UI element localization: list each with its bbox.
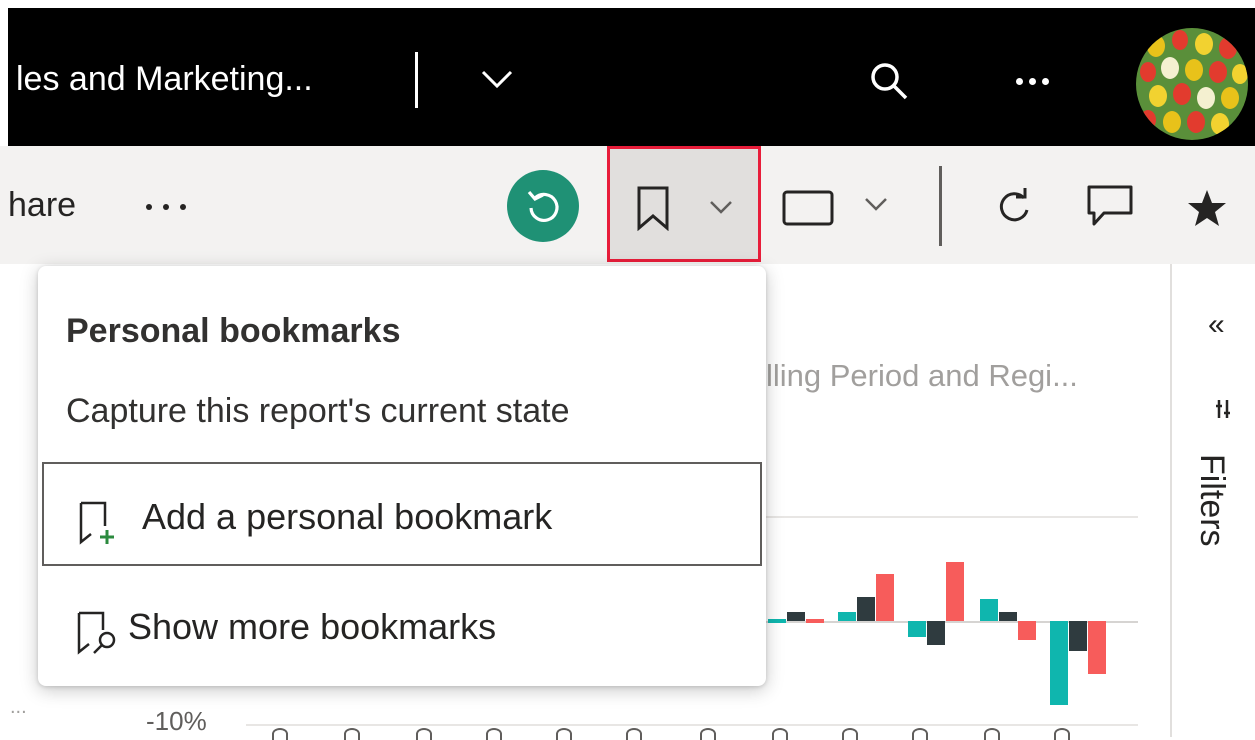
- chart-bar[interactable]: [876, 574, 894, 621]
- view-icon[interactable]: [782, 190, 834, 231]
- x-axis-tick: [700, 728, 716, 740]
- toolbar-divider: [939, 166, 942, 246]
- share-button[interactable]: hare: [8, 186, 76, 225]
- chart-bar[interactable]: [946, 562, 964, 621]
- show-more-bookmarks-label: Show more bookmarks: [128, 606, 497, 647]
- chart-bar[interactable]: [768, 619, 786, 623]
- avatar[interactable]: [1136, 28, 1248, 140]
- gridline: [246, 724, 1138, 726]
- chart-bar[interactable]: [806, 619, 824, 623]
- title-divider: [415, 52, 418, 108]
- chart-bar[interactable]: [1050, 621, 1068, 705]
- x-axis-tick: [272, 728, 288, 740]
- chevron-down-icon[interactable]: [480, 68, 514, 95]
- y-axis-label: -10%: [146, 706, 207, 736]
- filters-pane: « Filters: [1170, 264, 1255, 737]
- overflow-indicator: ...: [10, 696, 27, 718]
- x-axis-tick: [344, 728, 360, 740]
- filters-label[interactable]: Filters: [1192, 454, 1231, 547]
- visual-title: lling Period and Regi...: [766, 358, 1078, 393]
- search-icon[interactable]: [868, 60, 910, 107]
- chart-bar[interactable]: [857, 597, 875, 621]
- header-bar: les and Marketing...: [8, 8, 1255, 146]
- collapse-filters-icon[interactable]: «: [1208, 308, 1225, 342]
- refresh-icon[interactable]: [994, 186, 1034, 231]
- chart-bar[interactable]: [838, 612, 856, 621]
- chevron-down-icon[interactable]: [863, 196, 889, 217]
- chart-bar[interactable]: [1088, 621, 1106, 674]
- x-axis-tick: [416, 728, 432, 740]
- more-icon[interactable]: [1016, 78, 1050, 86]
- app-header: les and Marketing...: [0, 0, 1255, 146]
- x-axis-tick: [1054, 728, 1070, 740]
- dropdown-heading: Personal bookmarks: [66, 312, 401, 350]
- filter-icon: [1216, 398, 1230, 425]
- chart-bar[interactable]: [787, 612, 805, 621]
- x-axis-tick: [842, 728, 858, 740]
- star-icon[interactable]: [1186, 188, 1228, 233]
- bookmark-add-icon: [78, 500, 118, 551]
- add-personal-bookmark-item[interactable]: Add a personal bookmark: [42, 462, 762, 566]
- reset-icon: [527, 190, 559, 222]
- reset-button[interactable]: [507, 170, 579, 242]
- x-axis-tick: [984, 728, 1000, 740]
- bookmarks-dropdown: Personal bookmarks Capture this report's…: [38, 266, 766, 686]
- bookmark-search-icon: [76, 610, 124, 661]
- dropdown-caption: Capture this report's current state: [66, 392, 570, 430]
- chart-bar[interactable]: [1069, 621, 1087, 651]
- bookmark-icon: [636, 185, 670, 236]
- x-axis-tick: [626, 728, 642, 740]
- chart-bar[interactable]: [927, 621, 945, 645]
- chevron-down-icon: [708, 199, 734, 220]
- report-title[interactable]: les and Marketing...: [16, 60, 313, 99]
- show-more-bookmarks-item[interactable]: Show more bookmarks: [42, 574, 762, 678]
- chart-bar[interactable]: [980, 599, 998, 621]
- more-options-icon[interactable]: [146, 204, 190, 212]
- chart-bar[interactable]: [999, 612, 1017, 621]
- x-axis-tick: [556, 728, 572, 740]
- chart-bar[interactable]: [908, 621, 926, 637]
- action-bar: hare: [0, 146, 1255, 264]
- add-personal-bookmark-label: Add a personal bookmark: [142, 496, 553, 537]
- comment-icon[interactable]: [1086, 184, 1134, 233]
- x-axis-tick: [772, 728, 788, 740]
- x-axis-tick: [912, 728, 928, 740]
- x-axis-tick: [486, 728, 502, 740]
- bookmark-button[interactable]: [607, 146, 761, 262]
- chart-bar[interactable]: [1018, 621, 1036, 640]
